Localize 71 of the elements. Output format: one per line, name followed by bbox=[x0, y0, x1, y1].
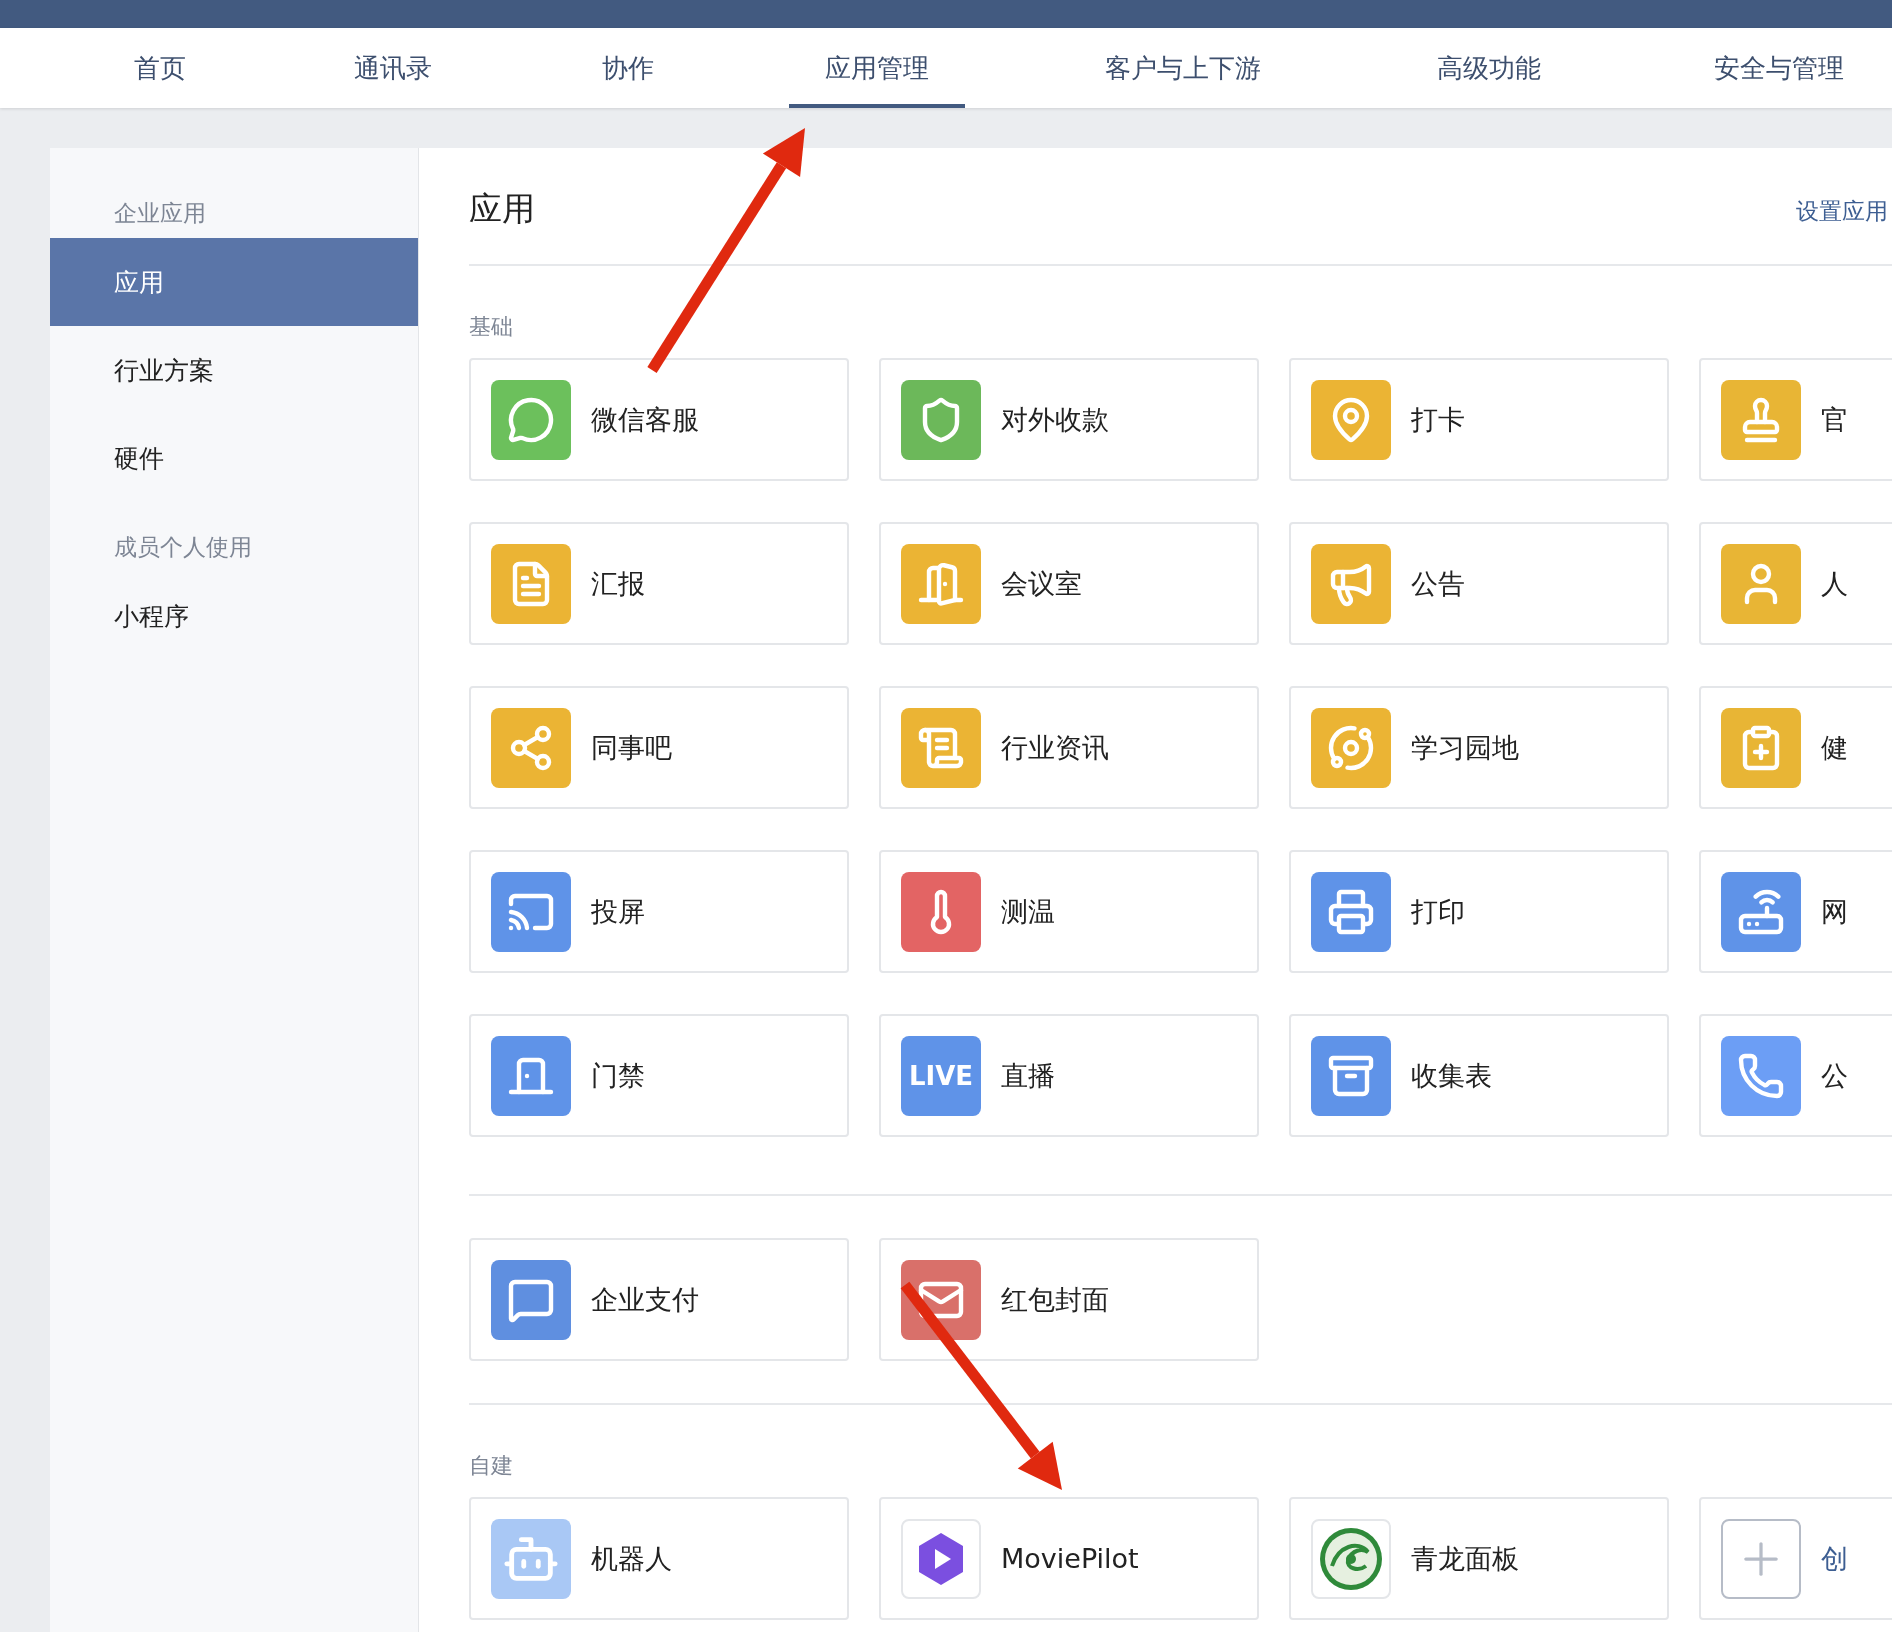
app-card[interactable]: 会议室 bbox=[879, 522, 1259, 645]
app-card[interactable]: 网 bbox=[1699, 850, 1892, 973]
nav-tab[interactable]: 客户与上下游 bbox=[1069, 28, 1297, 108]
app-card[interactable]: 红包封面 bbox=[879, 1238, 1259, 1361]
settings-link[interactable]: 设置应用 bbox=[1796, 185, 1892, 227]
app-card[interactable]: 健 bbox=[1699, 686, 1892, 809]
app-name: 人 bbox=[1821, 566, 1848, 601]
page-title: 应用 bbox=[469, 187, 535, 230]
app-name: 企业支付 bbox=[591, 1282, 699, 1317]
app-name: 汇报 bbox=[591, 566, 645, 601]
sidebar-heading: 企业应用 bbox=[113, 198, 207, 228]
nav-tab[interactable]: 高级功能 bbox=[1401, 28, 1577, 108]
app-name: 对外收款 bbox=[1001, 402, 1109, 437]
nav-tab[interactable]: 协作 bbox=[566, 28, 690, 108]
app-name: 门禁 bbox=[591, 1058, 645, 1093]
app-name: 同事吧 bbox=[591, 730, 672, 765]
create-app-card[interactable]: 创 bbox=[1699, 1497, 1892, 1620]
app-card[interactable]: 青龙面板 bbox=[1289, 1497, 1669, 1620]
app-name: 会议室 bbox=[1001, 566, 1082, 601]
section-title: 自建 bbox=[469, 1452, 514, 1480]
app-name: 健 bbox=[1821, 730, 1848, 765]
app-card[interactable]: 公 bbox=[1699, 1014, 1892, 1137]
app-card[interactable]: 学习园地 bbox=[1289, 686, 1669, 809]
app-name: 测温 bbox=[1001, 894, 1055, 929]
app-card[interactable]: LIVE 直播 bbox=[879, 1014, 1259, 1137]
app-name: 青龙面板 bbox=[1411, 1541, 1519, 1576]
app-card[interactable]: 同事吧 bbox=[469, 686, 849, 809]
app-name: 红包封面 bbox=[1001, 1282, 1109, 1317]
app-name: 公告 bbox=[1411, 566, 1465, 601]
app-card[interactable]: 收集表 bbox=[1289, 1014, 1669, 1137]
app-card[interactable]: 机器人 bbox=[469, 1497, 849, 1620]
app-name: 打卡 bbox=[1411, 402, 1465, 437]
app-name: 投屏 bbox=[591, 894, 645, 929]
app-card[interactable]: 公告 bbox=[1289, 522, 1669, 645]
app-card[interactable]: 汇报 bbox=[469, 522, 849, 645]
app-name: 网 bbox=[1821, 894, 1848, 929]
nav-tab[interactable]: 通讯录 bbox=[318, 28, 468, 108]
section-title: 基础 bbox=[469, 313, 514, 341]
app-card[interactable]: 微信客服 bbox=[469, 358, 849, 481]
app-card[interactable]: 行业资讯 bbox=[879, 686, 1259, 809]
app-name: 官 bbox=[1821, 402, 1848, 437]
app-card[interactable]: 对外收款 bbox=[879, 358, 1259, 481]
app-name: 直播 bbox=[1001, 1058, 1055, 1093]
nav-tab[interactable]: 应用管理 bbox=[789, 28, 965, 108]
app-name: 公 bbox=[1821, 1058, 1848, 1093]
app-card[interactable]: MoviePilot bbox=[879, 1497, 1259, 1620]
app-card[interactable]: 打卡 bbox=[1289, 358, 1669, 481]
sidebar-item[interactable]: 硬件 bbox=[50, 414, 418, 502]
app-card[interactable]: 企业支付 bbox=[469, 1238, 849, 1361]
app-card[interactable]: 投屏 bbox=[469, 850, 849, 973]
app-name: 打印 bbox=[1411, 894, 1465, 929]
app-name: 行业资讯 bbox=[1001, 730, 1109, 765]
app-card[interactable]: 官 bbox=[1699, 358, 1892, 481]
app-name: 机器人 bbox=[591, 1541, 672, 1576]
sidebar-item[interactable]: 小程序 bbox=[50, 572, 418, 660]
plus-icon[interactable] bbox=[1721, 1518, 1801, 1599]
app-name: 学习园地 bbox=[1411, 730, 1519, 765]
nav-tab[interactable]: 首页 bbox=[98, 28, 222, 108]
nav-tab[interactable]: 安全与管理 bbox=[1678, 28, 1880, 108]
sidebar-item[interactable]: 应用 bbox=[50, 238, 418, 326]
live-icon: LIVE bbox=[901, 1035, 981, 1116]
sidebar-heading: 成员个人使用 bbox=[113, 532, 253, 562]
app-name: 微信客服 bbox=[591, 402, 699, 437]
app-name: MoviePilot bbox=[1001, 1543, 1139, 1574]
app-card[interactable]: 测温 bbox=[879, 850, 1259, 973]
sidebar-item[interactable]: 行业方案 bbox=[50, 326, 418, 414]
app-card[interactable]: 打印 bbox=[1289, 850, 1669, 973]
app-name: 创 bbox=[1821, 1541, 1848, 1576]
app-name: 收集表 bbox=[1411, 1058, 1492, 1093]
app-card[interactable]: 人 bbox=[1699, 522, 1892, 645]
app-card[interactable]: 门禁 bbox=[469, 1014, 849, 1137]
